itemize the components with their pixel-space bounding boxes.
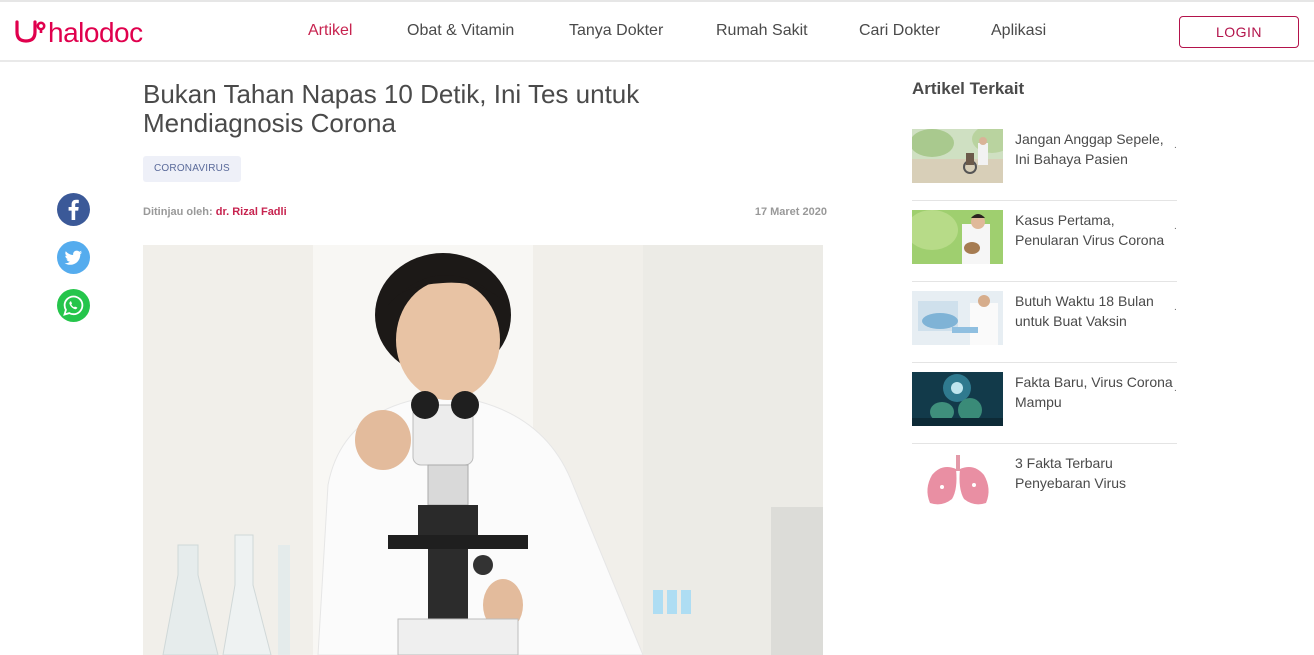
- related-article-title[interactable]: Fakta Baru, Virus Corona Mampu: [1015, 372, 1175, 412]
- share-facebook-button[interactable]: [57, 193, 90, 226]
- nav-cari-dokter[interactable]: Cari Dokter: [859, 22, 940, 40]
- related-thumbnail: [912, 372, 1003, 426]
- nav-obat-vitamin[interactable]: Obat & Vitamin: [407, 22, 514, 40]
- more-dot: .: [1174, 140, 1177, 151]
- more-dot: .: [1174, 221, 1177, 232]
- hero-image: [143, 245, 823, 655]
- related-thumbnail: [912, 210, 1003, 264]
- related-article-item[interactable]: 3 Fakta Terbaru Penyebaran Virus: [912, 444, 1177, 525]
- more-dot: .: [1174, 302, 1177, 313]
- related-thumbnail: [912, 453, 1003, 507]
- related-article-title[interactable]: Jangan Anggap Sepele, Ini Bahaya Pasien: [1015, 129, 1175, 169]
- login-button[interactable]: LOGIN: [1179, 16, 1299, 48]
- facebook-icon: [68, 199, 79, 220]
- related-article-item[interactable]: Jangan Anggap Sepele, Ini Bahaya Pasien …: [912, 120, 1177, 201]
- nav-tanya-dokter[interactable]: Tanya Dokter: [569, 22, 663, 40]
- related-article-title[interactable]: Butuh Waktu 18 Bulan untuk Buat Vaksin: [1015, 291, 1175, 331]
- scientist-microscope-image: [143, 245, 823, 655]
- nav-rumah-sakit[interactable]: Rumah Sakit: [716, 22, 808, 40]
- related-article-title[interactable]: Kasus Pertama, Penularan Virus Corona: [1015, 210, 1175, 250]
- share-whatsapp-button[interactable]: [57, 289, 90, 322]
- related-articles-title: Artikel Terkait: [912, 79, 1025, 98]
- related-thumbnail: [912, 291, 1003, 345]
- share-twitter-button[interactable]: [57, 241, 90, 274]
- nav-aplikasi[interactable]: Aplikasi: [991, 22, 1046, 40]
- nav-artikel[interactable]: Artikel: [308, 22, 352, 40]
- related-article-item[interactable]: Fakta Baru, Virus Corona Mampu .: [912, 363, 1177, 444]
- reviewed-prefix: Ditinjau oleh:: [143, 206, 213, 218]
- whatsapp-icon: [63, 295, 84, 316]
- category-tag[interactable]: CORONAVIRUS: [143, 156, 241, 182]
- article-title: Bukan Tahan Napas 10 Detik, Ini Tes untu…: [143, 79, 640, 138]
- related-thumbnail: [912, 129, 1003, 183]
- related-article-item[interactable]: Butuh Waktu 18 Bulan untuk Buat Vaksin .: [912, 282, 1177, 363]
- reviewed-by: Ditinjau oleh: dr. Rizal Fadli: [143, 206, 287, 218]
- main-nav: Artikel Obat & Vitamin Tanya Dokter Ruma…: [0, 2, 1314, 64]
- more-dot: .: [1174, 383, 1177, 394]
- top-header: halodoc Artikel Obat & Vitamin Tanya Dok…: [0, 0, 1314, 62]
- related-article-item[interactable]: Kasus Pertama, Penularan Virus Corona .: [912, 201, 1177, 282]
- reviewer-link[interactable]: dr. Rizal Fadli: [216, 206, 287, 218]
- twitter-icon: [64, 250, 82, 265]
- related-article-title[interactable]: 3 Fakta Terbaru Penyebaran Virus: [1015, 453, 1175, 493]
- publish-date: 17 Maret 2020: [754, 206, 827, 218]
